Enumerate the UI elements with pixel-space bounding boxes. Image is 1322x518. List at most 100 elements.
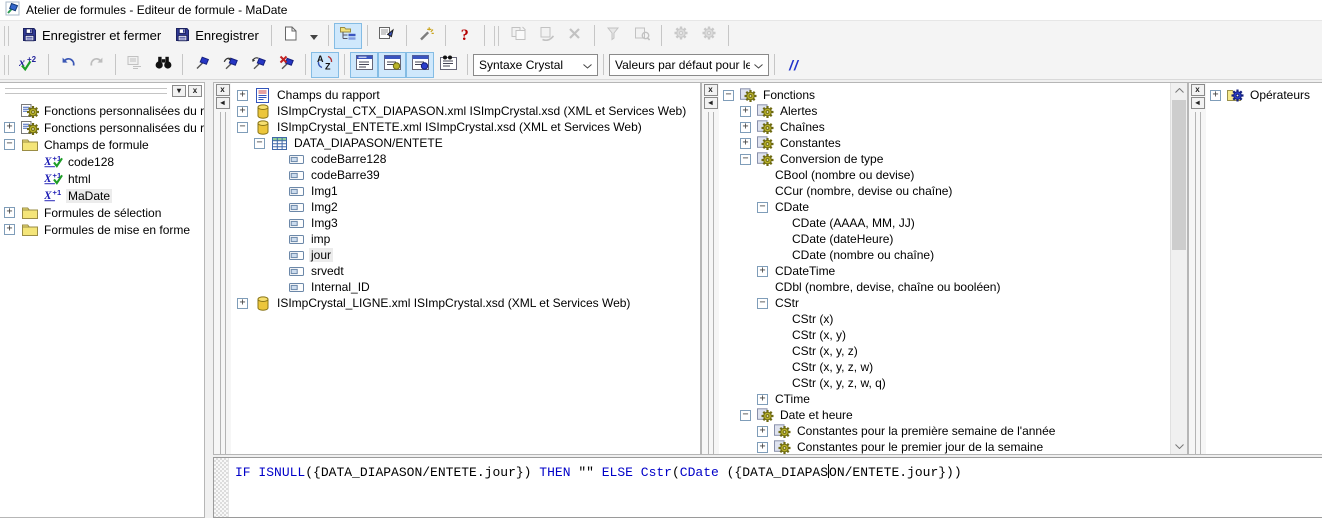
expand-icon[interactable]: + [757, 394, 768, 405]
tree-item[interactable]: codeBarre39 [231, 167, 700, 183]
workshop-tree-toggle-button[interactable] [334, 23, 362, 49]
tree-item[interactable]: jour [231, 247, 700, 263]
collapse-icon[interactable]: − [237, 122, 248, 133]
bookmark-clear-button[interactable] [272, 52, 300, 78]
tree-item[interactable]: CStr (x, y, z, w) [719, 359, 1170, 375]
tree-item[interactable]: CStr (x, y) [719, 327, 1170, 343]
tree-item[interactable]: codeBarre128 [231, 151, 700, 167]
collapse-icon[interactable]: − [254, 138, 265, 149]
tree-item[interactable]: +Opérateurs [1206, 87, 1322, 103]
tree-item[interactable]: −DATA_DIAPASON/ENTETE [231, 135, 700, 151]
tree-item[interactable]: CBool (nombre ou devise) [719, 167, 1170, 183]
tree-item[interactable]: +Formules de mise en forme [0, 221, 204, 238]
collapse-icon[interactable]: − [740, 154, 751, 165]
expand-icon[interactable]: + [4, 224, 15, 235]
close-icon[interactable]: x [1191, 84, 1205, 96]
expand-icon[interactable]: + [4, 122, 15, 133]
collapse-left-icon[interactable]: ◂ [704, 97, 718, 109]
field-tree-toggle-button[interactable] [350, 52, 378, 78]
collapse-icon[interactable]: − [740, 410, 751, 421]
close-icon[interactable]: x [216, 84, 230, 96]
panel-splitter[interactable] [220, 112, 226, 454]
tree-item[interactable]: CStr (x, y, z, w, q) [719, 375, 1170, 391]
new-formula-dropdown[interactable] [305, 23, 323, 49]
bookmark-toggle-button[interactable] [188, 52, 216, 78]
new-formula-button[interactable] [277, 23, 305, 49]
tree-item[interactable]: CStr (x, y, z) [719, 343, 1170, 359]
expand-icon[interactable]: + [740, 122, 751, 133]
tree-item[interactable]: Img1 [231, 183, 700, 199]
function-tree-toggle-button[interactable] [378, 52, 406, 78]
collapse-left-icon[interactable]: ◂ [1191, 97, 1205, 109]
tree-item[interactable]: Img2 [231, 199, 700, 215]
tree-item[interactable]: CDbl (nombre, devise, chaîne ou booléen) [719, 279, 1170, 295]
bookmark-prev-button[interactable] [244, 52, 272, 78]
tree-item[interactable]: +Chaînes [719, 119, 1170, 135]
tree-item[interactable]: imp [231, 231, 700, 247]
undo-button[interactable] [54, 52, 82, 78]
tree-item[interactable]: Fonctions personnalisées du rap [0, 102, 204, 119]
formula-editor[interactable]: IF ISNULL({DATA_DIAPASON/ENTETE.jour}) T… [213, 457, 1322, 518]
tree-item[interactable]: −Conversion de type [719, 151, 1170, 167]
check-formula-button[interactable]: x+2 [15, 52, 43, 78]
tree-item[interactable]: CDate (AAAA, MM, JJ) [719, 215, 1170, 231]
properties-button[interactable] [373, 23, 401, 49]
tree-item[interactable]: +CDateTime [719, 263, 1170, 279]
comment-button[interactable]: // [780, 52, 808, 78]
tree-item[interactable]: CStr (x) [719, 311, 1170, 327]
tree-item[interactable]: X+1html [0, 170, 204, 187]
check-formula-wand-button[interactable] [412, 23, 440, 49]
save-button[interactable]: Enregistrer [168, 23, 266, 49]
functions-scrollbar[interactable] [1170, 83, 1187, 454]
tree-item[interactable]: +Constantes [719, 135, 1170, 151]
close-icon[interactable]: x [188, 85, 202, 97]
tree-item[interactable]: −CStr [719, 295, 1170, 311]
tree-item[interactable]: +Alertes [719, 103, 1170, 119]
expand-icon[interactable]: + [4, 207, 15, 218]
sort-trees-button[interactable]: AZ [311, 52, 339, 78]
tree-item[interactable]: +Constantes pour la première semaine de … [719, 423, 1170, 439]
collapse-icon[interactable]: − [757, 202, 768, 213]
scroll-down-icon[interactable] [1171, 439, 1187, 454]
tree-item[interactable]: Img3 [231, 215, 700, 231]
expand-icon[interactable]: + [740, 106, 751, 117]
tree-item[interactable]: −Fonctions [719, 87, 1170, 103]
operator-tree-toggle-button[interactable] [406, 52, 434, 78]
tree-item[interactable]: Internal_ID [231, 279, 700, 295]
tree-item[interactable]: +ISImpCrystal_CTX_DIAPASON.xml ISImpCrys… [231, 103, 700, 119]
tree-item[interactable]: −ISImpCrystal_ENTETE.xml ISImpCrystal.xs… [231, 119, 700, 135]
panel-splitter[interactable] [1195, 112, 1201, 454]
tree-item[interactable]: CDate (dateHeure) [719, 231, 1170, 247]
tree-item[interactable]: +Formules de sélection [0, 204, 204, 221]
tree-item[interactable]: −Champs de formule [0, 136, 204, 153]
scroll-up-icon[interactable] [1171, 83, 1187, 98]
scrollbar-thumb[interactable] [1172, 100, 1186, 250]
tree-item[interactable]: srvedt [231, 263, 700, 279]
expand-icon[interactable]: + [757, 442, 768, 453]
tree-item[interactable]: CDate (nombre ou chaîne) [719, 247, 1170, 263]
expand-icon[interactable]: + [757, 426, 768, 437]
collapse-left-icon[interactable]: ◂ [216, 97, 230, 109]
tree-item[interactable]: −Date et heure [719, 407, 1170, 423]
panel-menu-button[interactable]: ▾ [172, 85, 186, 97]
workshop-panel-grip[interactable]: ▾ x [0, 83, 204, 98]
expand-icon[interactable]: + [237, 298, 248, 309]
expand-icon[interactable]: + [237, 106, 248, 117]
toolbar-grip[interactable] [4, 55, 9, 75]
tree-item[interactable]: X+1code128 [0, 153, 204, 170]
tree-item[interactable]: +Champs du rapport [231, 87, 700, 103]
expand-icon[interactable]: + [757, 266, 768, 277]
expand-icon[interactable]: + [237, 90, 248, 101]
collapse-icon[interactable]: − [4, 139, 15, 150]
expand-icon[interactable]: + [740, 138, 751, 149]
expand-icon[interactable]: + [1210, 90, 1221, 101]
tree-item[interactable]: −CDate [719, 199, 1170, 215]
tree-item[interactable]: +CTime [719, 391, 1170, 407]
bookmark-next-button[interactable] [216, 52, 244, 78]
save-and-close-button[interactable]: Enregistrer et fermer [15, 23, 168, 49]
help-button[interactable]: ? [451, 23, 479, 49]
collapse-icon[interactable]: − [723, 90, 734, 101]
tree-item[interactable]: +Constantes pour le premier jour de la s… [719, 439, 1170, 454]
toolbar-grip[interactable] [494, 26, 499, 46]
panel-grip-rail[interactable] [5, 88, 167, 94]
